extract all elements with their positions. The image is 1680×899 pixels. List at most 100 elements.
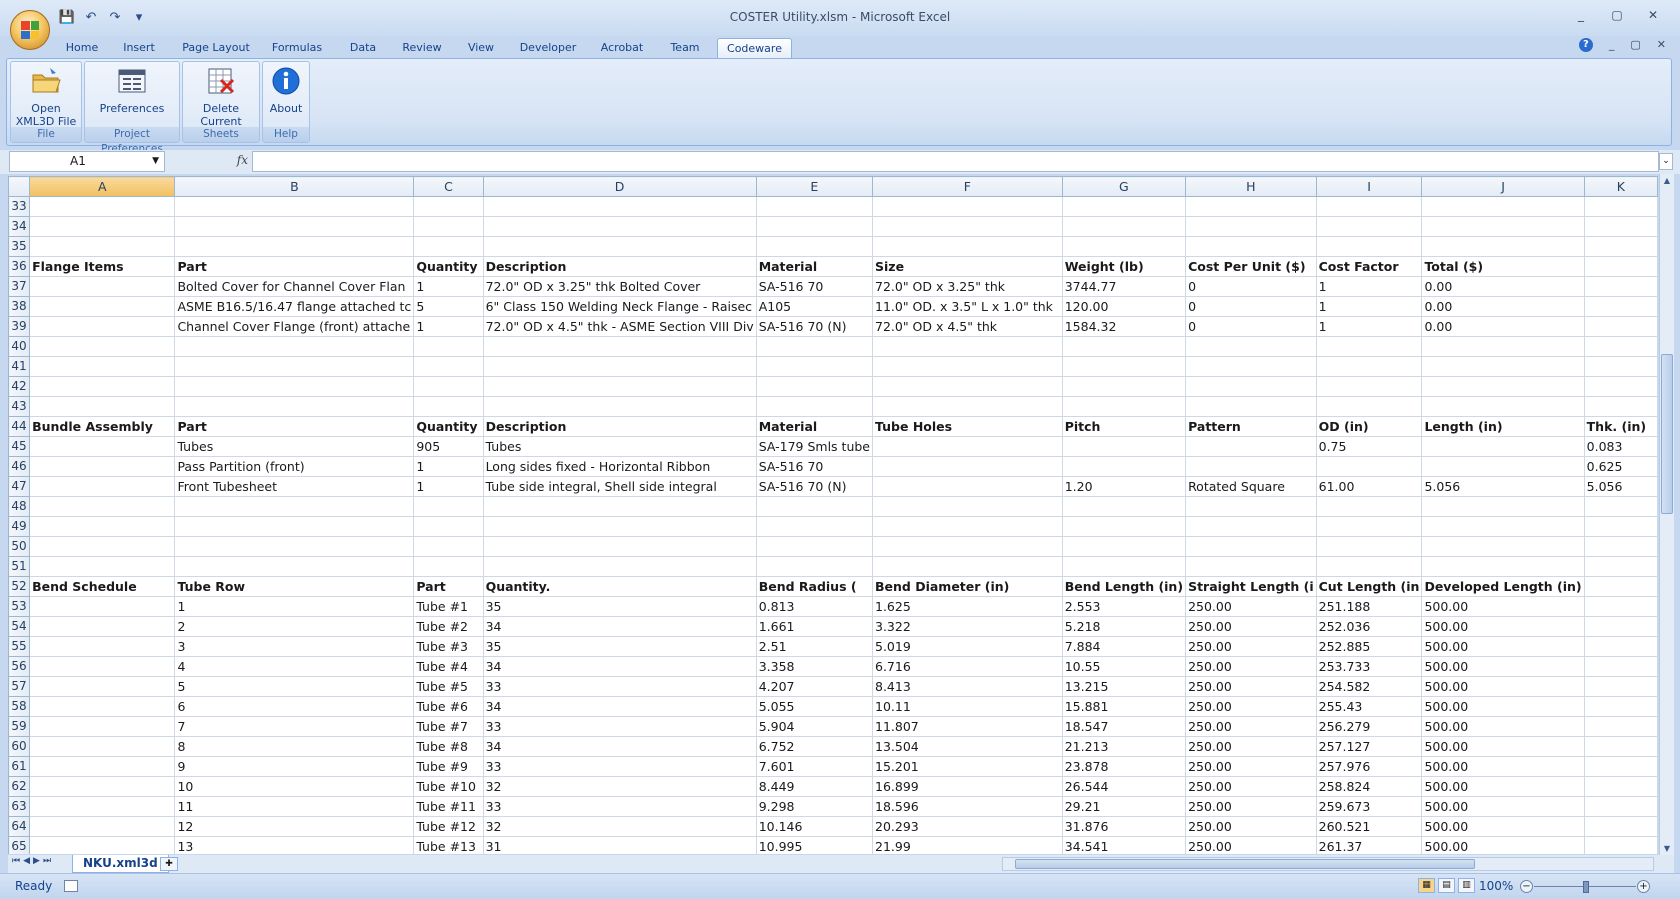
row-header[interactable]: 57 [8,676,31,697]
cell[interactable] [1061,356,1187,377]
cell[interactable] [755,496,874,517]
cell[interactable] [755,396,874,417]
cell[interactable]: Part [174,256,415,277]
cell[interactable] [1185,556,1317,577]
cell[interactable]: 4.207 [755,676,874,697]
cell[interactable]: Tube #3 [413,636,484,657]
cell[interactable] [1421,496,1585,517]
cell[interactable] [872,516,1063,537]
cell[interactable]: Total ($) [1421,256,1585,277]
column-header[interactable]: B [174,176,415,197]
cell[interactable] [413,536,484,557]
cell[interactable]: Cut Length (in [1315,576,1423,597]
cell[interactable] [1061,216,1187,237]
cell[interactable] [29,776,176,797]
row-header[interactable]: 54 [8,616,31,637]
cell[interactable]: 3 [174,636,415,657]
cell[interactable] [872,556,1063,577]
cell[interactable]: 8.413 [872,676,1063,697]
cell[interactable] [1315,336,1423,357]
cell[interactable] [1583,276,1658,297]
cell[interactable]: 2.51 [755,636,874,657]
cell[interactable] [1583,316,1658,337]
cell[interactable] [1315,556,1423,577]
cell[interactable]: 500.00 [1421,736,1585,757]
row-header[interactable]: 51 [8,556,31,577]
cell[interactable]: 20.293 [872,816,1063,837]
cell[interactable] [29,696,176,717]
cell[interactable] [1583,796,1658,817]
cell[interactable] [1421,436,1585,457]
cell[interactable]: 1 [174,596,415,617]
cell[interactable]: 12 [174,816,415,837]
cell[interactable] [29,636,176,657]
horizontal-scrollbar[interactable] [1002,857,1654,871]
cell[interactable] [1185,236,1317,257]
column-header[interactable]: C [413,176,484,197]
cell[interactable]: 250.00 [1185,796,1317,817]
cell[interactable]: 34 [482,656,757,677]
cell[interactable] [755,336,874,357]
cell[interactable]: 9.298 [755,796,874,817]
cell[interactable]: 5.056 [1421,476,1585,497]
cell[interactable]: 3.322 [872,616,1063,637]
cell[interactable]: Tube #6 [413,696,484,717]
cell[interactable] [29,596,176,617]
cell[interactable] [29,756,176,777]
cell[interactable]: 257.976 [1315,756,1423,777]
cell[interactable] [1315,396,1423,417]
cell[interactable] [29,436,176,457]
cell[interactable]: 120.00 [1061,296,1187,317]
cell[interactable]: Part [174,416,415,437]
scroll-down-icon[interactable]: ▼ [1661,843,1673,855]
cell[interactable]: 0.813 [755,596,874,617]
cell[interactable]: 13.215 [1061,676,1187,697]
cell[interactable]: 1 [413,476,484,497]
cell[interactable] [29,276,176,297]
cell[interactable] [482,236,757,257]
cell[interactable]: Front Tubesheet [174,476,415,497]
cell[interactable]: 4 [174,656,415,677]
row-header[interactable]: 43 [8,396,31,417]
cell[interactable]: 500.00 [1421,756,1585,777]
cell[interactable]: SA-516 70 [755,276,874,297]
cell[interactable]: Bolted Cover for Channel Cover Flan [174,276,415,297]
cell[interactable] [29,216,176,237]
cell[interactable]: Tube #2 [413,616,484,637]
cell[interactable]: 11.0" OD. x 3.5" L x 1.0" thk [872,296,1063,317]
cell[interactable] [1583,636,1658,657]
cell[interactable] [1061,436,1187,457]
cell[interactable] [1583,776,1658,797]
cell[interactable] [482,216,757,237]
cell[interactable]: 251.188 [1315,596,1423,617]
row-header[interactable]: 64 [8,816,31,837]
cell[interactable] [1421,376,1585,397]
cell[interactable] [1583,196,1658,217]
cell[interactable] [29,496,176,517]
cell[interactable] [29,336,176,357]
horizontal-scroll-thumb[interactable] [1015,859,1475,869]
cell[interactable]: 11 [174,796,415,817]
cell[interactable]: 6.752 [755,736,874,757]
cell[interactable]: 500.00 [1421,836,1585,854]
cell[interactable]: Tube Holes [872,416,1063,437]
cell[interactable]: Material [755,256,874,277]
cell[interactable]: 500.00 [1421,676,1585,697]
tab-codeware[interactable]: Codeware [717,38,792,58]
cell[interactable] [872,356,1063,377]
column-header[interactable]: A [29,176,176,197]
cell[interactable]: 10.11 [872,696,1063,717]
cell[interactable] [872,456,1063,477]
cell[interactable]: 33 [482,756,757,777]
cell[interactable] [1185,516,1317,537]
cell[interactable] [1185,196,1317,217]
row-header[interactable]: 34 [8,216,31,237]
column-header[interactable]: K [1583,176,1658,197]
cell[interactable]: 258.824 [1315,776,1423,797]
cell[interactable] [482,496,757,517]
cell[interactable]: ASME B16.5/16.47 flange attached tc [174,296,415,317]
row-header[interactable]: 38 [8,296,31,317]
about-button[interactable]: About [263,66,309,115]
row-header[interactable]: 39 [8,316,31,337]
cell[interactable] [29,316,176,337]
